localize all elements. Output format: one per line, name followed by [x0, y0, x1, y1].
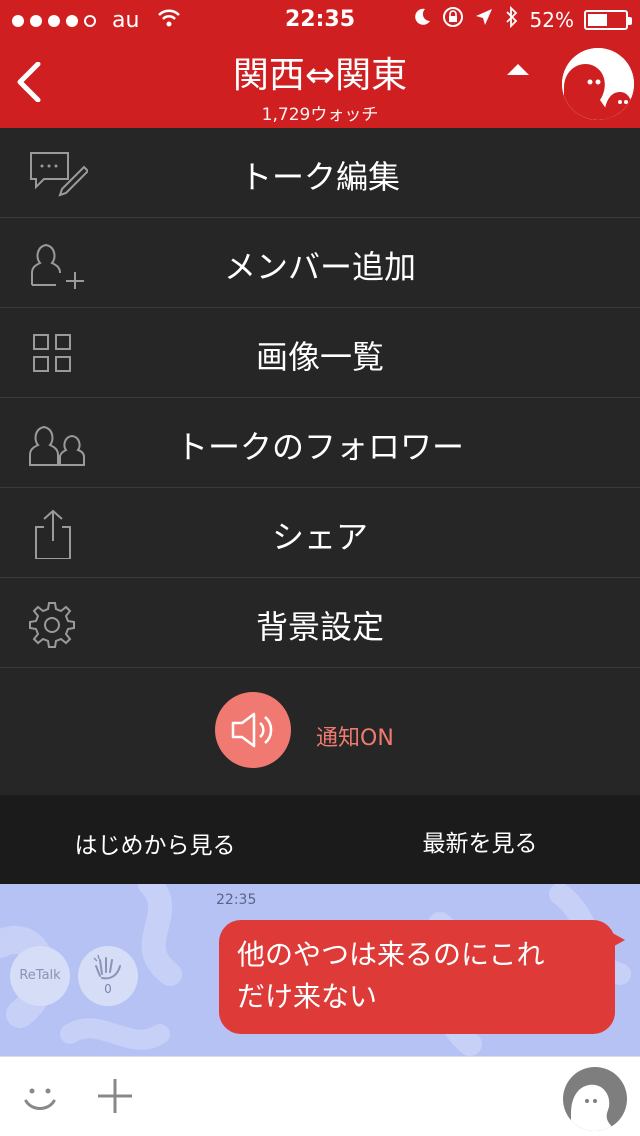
menu-item-label: トーク編集: [239, 158, 400, 196]
rotation-lock-icon: [442, 6, 464, 33]
talk-menu: トーク編集 メンバー追加 画像一覧 トークのフォロワー シェア 背景設定: [0, 128, 640, 668]
add-attachment-icon[interactable]: [96, 1077, 134, 1115]
bluetooth-icon: [504, 5, 520, 33]
battery-fill: [588, 13, 607, 26]
moon-icon: [412, 7, 432, 32]
clap-icon: [92, 954, 124, 984]
menu-item-share[interactable]: シェア: [0, 488, 640, 578]
view-bar: はじめから見る 最新を見る: [0, 795, 640, 884]
status-bar: au 22:35 52%: [0, 0, 640, 40]
menu-item-followers[interactable]: トークのフォロワー: [0, 398, 640, 488]
message-text-line: 他のやつは来るのにこれ: [237, 938, 545, 971]
menu-item-label: メンバー追加: [223, 248, 416, 286]
menu-item-label: シェア: [271, 518, 368, 556]
notification-label: 通知ON: [316, 726, 394, 751]
clap-button[interactable]: 0: [78, 946, 138, 1006]
retalk-button[interactable]: ReTalk: [10, 946, 70, 1006]
view-from-start-button[interactable]: はじめから見る: [0, 826, 310, 860]
location-arrow-icon: [474, 7, 494, 32]
chat-area: 22:35 ReTalk 0 他のやつは来るのにこれ だけ来ない: [0, 884, 640, 1056]
watch-count: 1,729ウォッチ: [261, 105, 379, 125]
notification-section: 通知ON: [0, 668, 640, 795]
menu-item-label: トークのフォロワー: [175, 428, 464, 466]
menu-item-edit-talk[interactable]: トーク編集: [0, 128, 640, 218]
status-right: 52%: [412, 5, 632, 33]
user-avatar[interactable]: [563, 1067, 627, 1131]
page-title: 関西⇔関東: [232, 55, 408, 96]
input-bar: [0, 1056, 640, 1136]
collapse-menu-icon[interactable]: [507, 64, 529, 75]
message-text-line: だけ来ない: [237, 980, 378, 1013]
title-area: 関西⇔関東 1,729ウォッチ: [0, 46, 640, 125]
clap-count: 0: [104, 982, 112, 996]
header: au 22:35 52% 関西⇔関東 1,729ウォッチ: [0, 0, 640, 128]
menu-item-label: 画像一覧: [255, 338, 384, 376]
emoji-icon[interactable]: [20, 1077, 60, 1117]
notification-toggle[interactable]: [215, 692, 291, 768]
talk-avatar[interactable]: [562, 48, 634, 120]
menu-item-label: 背景設定: [255, 608, 384, 646]
menu-item-image-list[interactable]: 画像一覧: [0, 308, 640, 398]
view-latest-button[interactable]: 最新を見る: [320, 824, 640, 858]
battery-icon: [584, 9, 632, 30]
menu-item-background[interactable]: 背景設定: [0, 578, 640, 668]
message-time: 22:35: [216, 892, 257, 908]
menu-item-add-member[interactable]: メンバー追加: [0, 218, 640, 308]
battery-percent: 52%: [529, 7, 574, 32]
message-bubble[interactable]: 他のやつは来るのにこれ だけ来ない: [219, 920, 625, 1034]
